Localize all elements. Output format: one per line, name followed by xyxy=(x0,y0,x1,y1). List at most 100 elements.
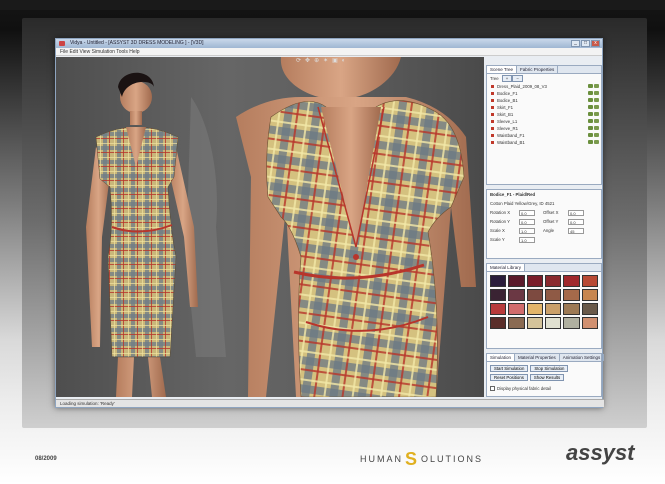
visibility-icon[interactable] xyxy=(588,112,593,116)
tree-item-label: Dress_Plaid_2009_08_V3 xyxy=(497,84,547,89)
param-input[interactable]: 0.0 xyxy=(519,209,535,216)
scene-tabs: Scene Tree Fabric Properties xyxy=(487,66,601,74)
param-input[interactable]: 1.0 xyxy=(519,227,535,234)
tab-simulation[interactable]: Simulation xyxy=(487,354,516,361)
lock-icon[interactable] xyxy=(594,91,599,95)
light-icon[interactable]: ✶ xyxy=(323,57,328,65)
fabric-swatch[interactable] xyxy=(581,303,598,315)
param-input[interactable]: 0.0 xyxy=(519,218,535,225)
fabric-swatch[interactable] xyxy=(526,317,543,329)
physical-detail-checkbox[interactable] xyxy=(490,386,495,391)
visibility-icon[interactable] xyxy=(588,119,593,123)
fabric-swatch[interactable] xyxy=(508,317,525,329)
tree-item-label: Skirt_F1 xyxy=(497,105,513,110)
fabric-swatch[interactable] xyxy=(581,275,598,287)
tree-item[interactable]: Waistband_B1 xyxy=(487,139,601,146)
fabric-subtitle: Cotton Plaid Yellow/Grey, ID 4521 xyxy=(490,201,555,206)
fabric-rows: Rotation X 0.0 Offset X 0.0 Rotation Y 0.0 Off… xyxy=(487,208,601,244)
tab-fabric-properties[interactable]: Fabric Properties xyxy=(517,66,559,73)
fabric-swatch[interactable] xyxy=(563,289,580,301)
fabric-swatch[interactable] xyxy=(490,289,507,301)
lock-icon[interactable] xyxy=(594,84,599,88)
tree-item[interactable]: Bodice_F1 xyxy=(487,90,601,97)
visibility-icon[interactable] xyxy=(588,140,593,144)
tree-add-icon[interactable]: + xyxy=(501,75,513,82)
rotate-icon[interactable]: ⟳ xyxy=(296,57,301,65)
fabric-swatch[interactable] xyxy=(545,275,562,287)
fabric-swatch[interactable] xyxy=(526,275,543,287)
tree-item[interactable]: Skirt_B1 xyxy=(487,111,601,118)
fabric-swatch[interactable] xyxy=(490,303,507,315)
material-library-panel: Material Library xyxy=(486,263,602,349)
fabric-swatch[interactable] xyxy=(508,303,525,315)
tree-item[interactable]: Sleeve_R1 xyxy=(487,125,601,132)
lock-icon[interactable] xyxy=(594,140,599,144)
lock-icon[interactable] xyxy=(594,119,599,123)
visibility-icon[interactable] xyxy=(588,98,593,102)
lock-icon[interactable] xyxy=(594,112,599,116)
zoom-icon[interactable]: ⊕ xyxy=(314,57,319,65)
visibility-icon[interactable] xyxy=(588,133,593,137)
tree-item[interactable]: Sleeve_L1 xyxy=(487,118,601,125)
reset-positions-button[interactable]: Reset Positions xyxy=(490,374,528,381)
fabric-swatch[interactable] xyxy=(508,275,525,287)
3d-viewport[interactable] xyxy=(56,57,484,397)
fabric-swatch[interactable] xyxy=(563,275,580,287)
param-input-2[interactable]: 0.0 xyxy=(568,218,584,225)
lock-icon[interactable] xyxy=(594,105,599,109)
param-label-2: Offset X xyxy=(543,210,559,215)
move-icon[interactable]: ✥ xyxy=(305,57,310,65)
start-simulation-button[interactable]: Start Simulation xyxy=(490,365,529,372)
simulation-panel: Simulation Material Properties Animation… xyxy=(486,353,605,397)
visibility-icon[interactable] xyxy=(588,91,593,95)
fabric-swatch[interactable] xyxy=(490,317,507,329)
maximize-button[interactable]: □ xyxy=(581,40,590,47)
fabric-swatch[interactable] xyxy=(563,303,580,315)
lock-icon[interactable] xyxy=(594,98,599,102)
tree-node-icon xyxy=(491,127,494,130)
simulation-tabs: Simulation Material Properties Animation… xyxy=(487,354,605,362)
fabric-swatch[interactable] xyxy=(545,317,562,329)
app-icon xyxy=(59,41,65,46)
param-label-2: Angle xyxy=(543,228,554,233)
render-icon[interactable]: ◐ xyxy=(342,57,346,65)
lock-icon[interactable] xyxy=(594,126,599,130)
stop-simulation-button[interactable]: Stop Simulation xyxy=(530,365,569,372)
fabric-swatch[interactable] xyxy=(581,289,598,301)
param-input[interactable]: 1.0 xyxy=(519,236,535,243)
menu-bar[interactable]: File Edit View Simulation Tools Help xyxy=(56,48,602,56)
fabric-swatch[interactable] xyxy=(526,289,543,301)
tree-item-label: Waistband_B1 xyxy=(497,140,525,145)
fabric-swatch[interactable] xyxy=(581,317,598,329)
fabric-swatch[interactable] xyxy=(526,303,543,315)
tab-scene-tree[interactable]: Scene Tree xyxy=(487,66,518,73)
param-input-2[interactable]: 0.0 xyxy=(568,209,584,216)
visibility-icon[interactable] xyxy=(588,105,593,109)
tree-item[interactable]: Skirt_F1 xyxy=(487,104,601,111)
tree-item[interactable]: Waistband_F1 xyxy=(487,132,601,139)
fabric-swatch[interactable] xyxy=(490,275,507,287)
fabric-param-row: Rotation X 0.0 Offset X 0.0 xyxy=(487,208,601,217)
application-window: Vidya - Untitled - [ASSYST 3D DRESS MODE… xyxy=(55,38,605,408)
visibility-icon[interactable] xyxy=(588,84,593,88)
minimize-button[interactable]: _ xyxy=(571,40,580,47)
param-label-2: Offset Y xyxy=(543,219,559,224)
fabric-swatch[interactable] xyxy=(545,289,562,301)
camera-icon[interactable]: ▣ xyxy=(332,57,338,65)
fabric-swatch[interactable] xyxy=(545,303,562,315)
fabric-swatch[interactable] xyxy=(563,317,580,329)
tree-item[interactable]: Bodice_B1 xyxy=(487,97,601,104)
lock-icon[interactable] xyxy=(594,133,599,137)
tree-remove-icon[interactable]: − xyxy=(512,75,523,82)
param-input-2[interactable]: 45 xyxy=(568,227,584,234)
tab-animation-settings[interactable]: Animation Settings xyxy=(560,354,605,361)
tree-node-icon xyxy=(491,134,494,137)
fabric-swatch[interactable] xyxy=(508,289,525,301)
tree-item[interactable]: Dress_Plaid_2009_08_V3 xyxy=(487,83,601,90)
close-button[interactable]: x xyxy=(591,40,600,47)
show-results-button[interactable]: Show Results xyxy=(529,374,565,381)
tree-node-icon xyxy=(491,99,494,102)
scene-tree-panel: Scene Tree Fabric Properties Tree + − Dr… xyxy=(486,65,602,185)
tab-material-properties[interactable]: Material Properties xyxy=(515,354,560,361)
visibility-icon[interactable] xyxy=(588,126,593,130)
